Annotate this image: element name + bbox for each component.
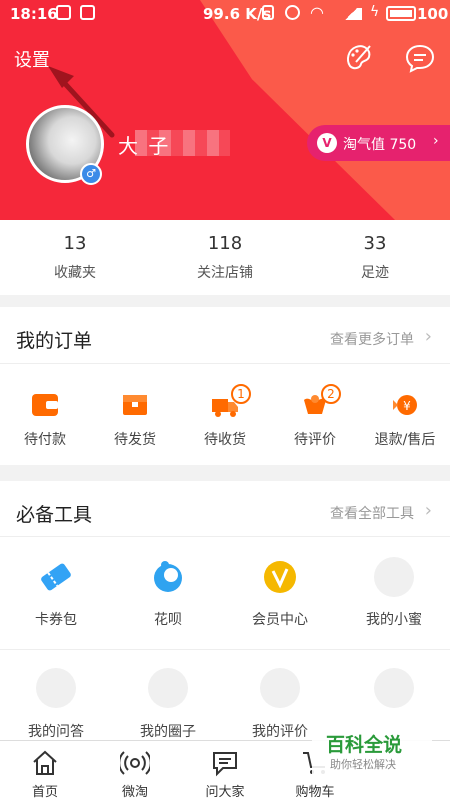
order-label: 退款/售后	[374, 432, 436, 448]
tool-label: 卡券包	[35, 612, 77, 628]
taoqi-value-button[interactable]: V 淘气值 750 ›	[307, 125, 450, 161]
huabei-icon	[154, 561, 182, 592]
stat-followed-shops[interactable]: 118 关注店铺	[150, 220, 300, 295]
watermark-subtitle: 助你轻松解决	[330, 758, 396, 771]
order-label: 待付款	[24, 432, 66, 448]
chevron-right-icon: ›	[433, 133, 439, 149]
broadcast-icon	[120, 751, 150, 775]
stats-row: 13 收藏夹 118 关注店铺 33 足迹	[0, 220, 450, 295]
tab-label: 微淘	[121, 785, 148, 800]
placeholder-icon	[374, 557, 414, 597]
coupon-icon	[41, 563, 71, 591]
order-label: 待发货	[114, 432, 156, 448]
wallet-icon	[32, 394, 58, 416]
tool-coupon-wallet[interactable]: 卡券包	[0, 537, 112, 649]
tool-my-qa[interactable]: 我的问答	[0, 649, 112, 743]
tool-label: 我的问答	[28, 724, 84, 740]
tool-label: 会员中心	[252, 612, 308, 628]
stat-label: 收藏夹	[54, 265, 96, 281]
placeholder-icon	[36, 668, 76, 708]
tool-huabei[interactable]: 花呗	[112, 537, 224, 649]
count-badge: 1	[231, 384, 251, 404]
gender-male-icon: ♂	[80, 163, 102, 185]
tab-weitao[interactable]: 微淘	[90, 741, 180, 800]
taoqi-value-label: 淘气值 750	[343, 137, 417, 153]
tab-home[interactable]: 首页	[0, 741, 90, 800]
stat-favorites[interactable]: 13 收藏夹	[0, 220, 150, 295]
stat-value: 13	[63, 233, 87, 254]
order-refund-aftersale[interactable]: ¥ 退款/售后	[360, 363, 450, 465]
order-pending-review[interactable]: 2 待评价	[270, 363, 360, 465]
stat-label: 关注店铺	[197, 265, 253, 281]
placeholder-icon	[148, 668, 188, 708]
refund-icon: ¥	[393, 395, 417, 415]
watermark-logo: 百科全说 助你轻松解决	[312, 722, 432, 780]
stat-value: 118	[207, 233, 243, 254]
order-label: 待收货	[204, 432, 246, 448]
order-label: 待评价	[294, 432, 336, 448]
chevron-right-icon: ›	[424, 326, 432, 347]
chat-icon	[213, 752, 237, 777]
taoqi-v-icon: V	[317, 133, 337, 153]
orders-title: 我的订单	[16, 330, 93, 352]
palette-icon[interactable]	[344, 42, 374, 72]
stat-label: 足迹	[361, 265, 389, 281]
count-badge: 2	[321, 384, 341, 404]
order-pending-shipment[interactable]: 待发货	[90, 363, 180, 465]
chevron-right-icon: ›	[424, 500, 432, 521]
orders-card: 我的订单 查看更多订单 › 待付款 待发货 1 待收货 2 待评价 ¥ 退款/售…	[0, 307, 450, 465]
home-icon	[33, 750, 57, 775]
order-pending-payment[interactable]: 待付款	[0, 363, 90, 465]
profile-header: 18:16 99.6 K/s ◠ ϟ 100 设置 ♂ 大 V 淘气值 750 …	[0, 0, 450, 220]
vip-icon	[264, 561, 296, 593]
tool-my-assistant[interactable]: 我的小蜜	[338, 537, 450, 649]
username-mosaic	[135, 130, 230, 156]
orders-more-link[interactable]: 查看更多订单	[330, 329, 414, 349]
tab-ask-everyone[interactable]: 问大家	[180, 741, 270, 800]
order-pending-receipt[interactable]: 1 待收货	[180, 363, 270, 465]
tools-title: 必备工具	[16, 504, 93, 526]
box-icon	[123, 395, 147, 415]
stat-value: 33	[363, 233, 387, 254]
svg-text:¥: ¥	[403, 399, 411, 413]
placeholder-icon	[260, 668, 300, 708]
tab-label: 首页	[31, 785, 58, 800]
tools-more-link[interactable]: 查看全部工具	[330, 503, 414, 523]
app-root: 18:16 99.6 K/s ◠ ϟ 100 设置 ♂ 大 V 淘气值 750 …	[0, 0, 450, 800]
tool-my-circle[interactable]: 我的圈子	[112, 649, 224, 743]
stat-footprints[interactable]: 33 足迹	[300, 220, 450, 295]
placeholder-icon	[374, 668, 414, 708]
tool-label: 我的圈子	[140, 724, 196, 740]
tool-label: 我的小蜜	[366, 612, 422, 628]
tools-card: 必备工具 查看全部工具 › 卡券包 花呗 会员中心 我的小蜜 我的问答 我的圈子…	[0, 481, 450, 743]
tool-label: 花呗	[154, 612, 182, 628]
watermark-title: 百科全说	[326, 734, 403, 756]
tab-label: 问大家	[205, 785, 245, 800]
tab-label: 购物车	[295, 785, 335, 800]
message-icon[interactable]	[404, 42, 436, 74]
tool-member-center[interactable]: 会员中心	[224, 537, 336, 649]
